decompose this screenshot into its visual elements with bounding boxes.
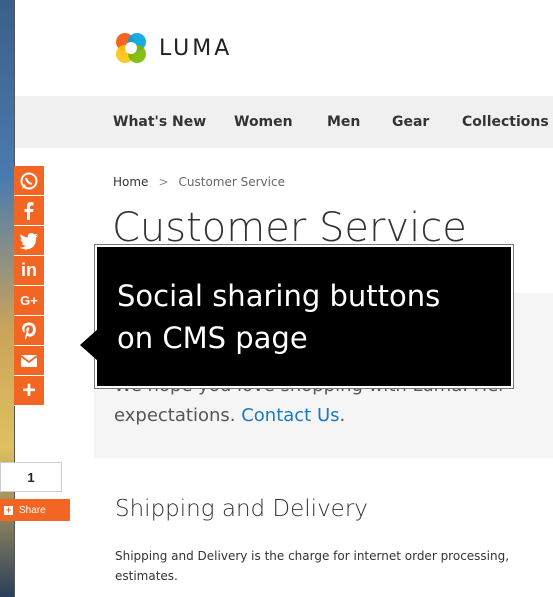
nav-item-men[interactable]: Men — [327, 114, 360, 130]
section-heading: Shipping and Delivery — [115, 496, 368, 522]
intro-period: . — [339, 405, 346, 426]
callout-text: Social sharing buttons on CMS page — [117, 275, 440, 359]
nav-item-gear[interactable]: Gear — [392, 114, 429, 130]
share-button[interactable]: + Share — [0, 499, 70, 521]
logo-link[interactable]: LUMA — [113, 30, 232, 66]
callout-line-1: Social sharing buttons — [117, 279, 441, 313]
header: LUMA — [15, 0, 553, 96]
share-label: Share — [19, 504, 46, 516]
google-plus-icon: G+ — [20, 293, 38, 308]
linkedin-share-button[interactable]: in — [14, 256, 44, 286]
share-plus-icon: + — [4, 504, 13, 515]
contact-us-link[interactable]: Contact Us — [241, 405, 339, 426]
whatsapp-share-button[interactable] — [14, 166, 44, 196]
nav-item-collections[interactable]: Collections — [462, 114, 549, 130]
pinterest-share-button[interactable] — [14, 316, 44, 346]
callout-line-2: on CMS page — [117, 321, 308, 355]
nav-item-women[interactable]: Women — [234, 114, 293, 130]
email-icon — [20, 354, 38, 367]
plus-icon: + — [21, 376, 36, 404]
breadcrumb-separator: > — [158, 175, 169, 189]
nav-item-whats-new[interactable]: What's New — [113, 114, 206, 130]
section-body-line-2: estimates. — [115, 569, 178, 583]
section-body: Shipping and Delivery is the charge for … — [115, 546, 553, 586]
luma-logo-icon — [116, 33, 146, 63]
twitter-icon — [20, 232, 38, 249]
whatsapp-icon — [20, 172, 38, 189]
section-body-line-1: Shipping and Delivery is the charge for … — [115, 549, 510, 563]
intro-line-2: expectations. — [114, 405, 242, 426]
breadcrumb: Home > Customer Service — [113, 175, 285, 189]
facebook-icon — [24, 201, 34, 220]
share-count: 1 — [0, 462, 62, 492]
facebook-share-button[interactable] — [14, 196, 44, 226]
more-share-button[interactable]: + — [14, 376, 44, 406]
callout-pointer-inner — [80, 328, 99, 362]
twitter-share-button[interactable] — [14, 226, 44, 256]
breadcrumb-current: Customer Service — [178, 175, 285, 189]
email-share-button[interactable] — [14, 346, 44, 376]
pinterest-icon — [22, 322, 36, 340]
linkedin-icon: in — [21, 260, 37, 280]
brand-name: LUMA — [159, 35, 233, 61]
main-nav: What's New Women Men Gear Collections — [15, 96, 553, 148]
social-share-bar: in G+ + — [14, 166, 44, 406]
annotation-callout: Social sharing buttons on CMS page — [94, 244, 514, 389]
breadcrumb-home[interactable]: Home — [113, 175, 148, 189]
google-plus-share-button[interactable]: G+ — [14, 286, 44, 316]
